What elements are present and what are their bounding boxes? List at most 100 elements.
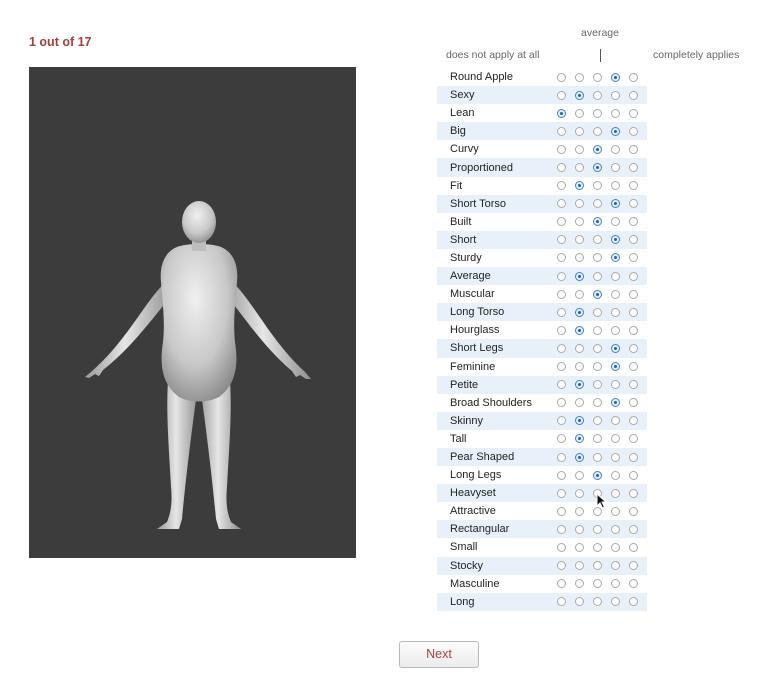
rating-radio-option-3[interactable] (593, 289, 602, 299)
rating-radio-option-2[interactable] (575, 90, 584, 100)
rating-radio-option-2[interactable] (575, 597, 584, 607)
rating-radio-option-4[interactable] (611, 199, 620, 209)
rating-radio-option-1[interactable] (557, 362, 566, 372)
rating-radio-option-1[interactable] (557, 163, 566, 173)
rating-radio-option-1[interactable] (557, 524, 566, 534)
rating-radio-option-4[interactable] (611, 434, 620, 444)
rating-radio-option-2[interactable] (575, 362, 584, 372)
rating-radio-option-3[interactable] (593, 90, 602, 100)
rating-radio-option-4[interactable] (611, 217, 620, 227)
rating-radio-option-4[interactable] (611, 398, 620, 408)
rating-radio-option-3[interactable] (593, 561, 602, 571)
rating-radio-option-2[interactable] (575, 307, 584, 317)
rating-radio-option-5[interactable] (629, 434, 638, 444)
rating-radio-option-4[interactable] (611, 597, 620, 607)
rating-radio-option-5[interactable] (629, 398, 638, 408)
rating-radio-option-2[interactable] (575, 434, 584, 444)
rating-radio-option-2[interactable] (575, 470, 584, 480)
rating-radio-option-1[interactable] (557, 289, 566, 299)
rating-radio-option-4[interactable] (611, 380, 620, 390)
rating-radio-option-1[interactable] (557, 343, 566, 353)
rating-radio-option-1[interactable] (557, 398, 566, 408)
rating-radio-option-3[interactable] (593, 163, 602, 173)
rating-radio-option-5[interactable] (629, 362, 638, 372)
rating-radio-option-3[interactable] (593, 217, 602, 227)
rating-radio-option-2[interactable] (575, 235, 584, 245)
rating-radio-option-5[interactable] (629, 325, 638, 335)
rating-radio-option-4[interactable] (611, 163, 620, 173)
rating-radio-option-5[interactable] (629, 217, 638, 227)
rating-radio-option-4[interactable] (611, 72, 620, 82)
rating-radio-option-3[interactable] (593, 416, 602, 426)
rating-radio-option-3[interactable] (593, 524, 602, 534)
rating-radio-option-2[interactable] (575, 271, 584, 281)
rating-radio-option-5[interactable] (629, 199, 638, 209)
rating-radio-option-2[interactable] (575, 488, 584, 498)
rating-radio-option-1[interactable] (557, 416, 566, 426)
rating-radio-option-5[interactable] (629, 488, 638, 498)
rating-radio-option-4[interactable] (611, 181, 620, 191)
rating-radio-option-5[interactable] (629, 289, 638, 299)
rating-radio-option-5[interactable] (629, 542, 638, 552)
rating-radio-option-1[interactable] (557, 579, 566, 589)
rating-radio-option-3[interactable] (593, 343, 602, 353)
rating-radio-option-4[interactable] (611, 235, 620, 245)
rating-radio-option-3[interactable] (593, 434, 602, 444)
rating-radio-option-5[interactable] (629, 561, 638, 571)
rating-radio-option-5[interactable] (629, 72, 638, 82)
rating-radio-option-1[interactable] (557, 271, 566, 281)
rating-radio-option-5[interactable] (629, 470, 638, 480)
rating-radio-option-4[interactable] (611, 470, 620, 480)
rating-radio-option-1[interactable] (557, 506, 566, 516)
rating-radio-option-5[interactable] (629, 506, 638, 516)
rating-radio-option-2[interactable] (575, 561, 584, 571)
rating-radio-option-5[interactable] (629, 181, 638, 191)
rating-radio-option-5[interactable] (629, 343, 638, 353)
rating-radio-option-1[interactable] (557, 325, 566, 335)
rating-radio-option-1[interactable] (557, 434, 566, 444)
rating-radio-option-2[interactable] (575, 217, 584, 227)
rating-radio-option-5[interactable] (629, 90, 638, 100)
rating-radio-option-4[interactable] (611, 488, 620, 498)
rating-radio-option-3[interactable] (593, 181, 602, 191)
rating-radio-option-4[interactable] (611, 108, 620, 118)
rating-radio-option-1[interactable] (557, 542, 566, 552)
rating-radio-option-1[interactable] (557, 108, 566, 118)
rating-radio-option-3[interactable] (593, 579, 602, 589)
rating-radio-option-2[interactable] (575, 126, 584, 136)
rating-radio-option-2[interactable] (575, 108, 584, 118)
rating-radio-option-5[interactable] (629, 144, 638, 154)
rating-radio-option-1[interactable] (557, 90, 566, 100)
rating-radio-option-5[interactable] (629, 126, 638, 136)
rating-radio-option-5[interactable] (629, 108, 638, 118)
rating-radio-option-2[interactable] (575, 181, 584, 191)
rating-radio-option-3[interactable] (593, 398, 602, 408)
rating-radio-option-3[interactable] (593, 199, 602, 209)
rating-radio-option-5[interactable] (629, 253, 638, 263)
rating-radio-option-5[interactable] (629, 235, 638, 245)
rating-radio-option-2[interactable] (575, 380, 584, 390)
rating-radio-option-3[interactable] (593, 380, 602, 390)
rating-radio-option-3[interactable] (593, 126, 602, 136)
rating-radio-option-2[interactable] (575, 72, 584, 82)
rating-radio-option-5[interactable] (629, 524, 638, 534)
rating-radio-option-4[interactable] (611, 307, 620, 317)
rating-radio-option-3[interactable] (593, 452, 602, 462)
rating-radio-option-3[interactable] (593, 271, 602, 281)
rating-radio-option-2[interactable] (575, 253, 584, 263)
rating-radio-option-5[interactable] (629, 380, 638, 390)
rating-radio-option-3[interactable] (593, 253, 602, 263)
rating-radio-option-5[interactable] (629, 416, 638, 426)
rating-radio-option-1[interactable] (557, 470, 566, 480)
rating-radio-option-3[interactable] (593, 542, 602, 552)
rating-radio-option-5[interactable] (629, 307, 638, 317)
rating-radio-option-1[interactable] (557, 72, 566, 82)
rating-radio-option-2[interactable] (575, 542, 584, 552)
rating-radio-option-4[interactable] (611, 416, 620, 426)
rating-radio-option-4[interactable] (611, 144, 620, 154)
rating-radio-option-2[interactable] (575, 343, 584, 353)
rating-radio-option-4[interactable] (611, 542, 620, 552)
rating-radio-option-1[interactable] (557, 144, 566, 154)
rating-radio-option-5[interactable] (629, 163, 638, 173)
rating-radio-option-1[interactable] (557, 561, 566, 571)
